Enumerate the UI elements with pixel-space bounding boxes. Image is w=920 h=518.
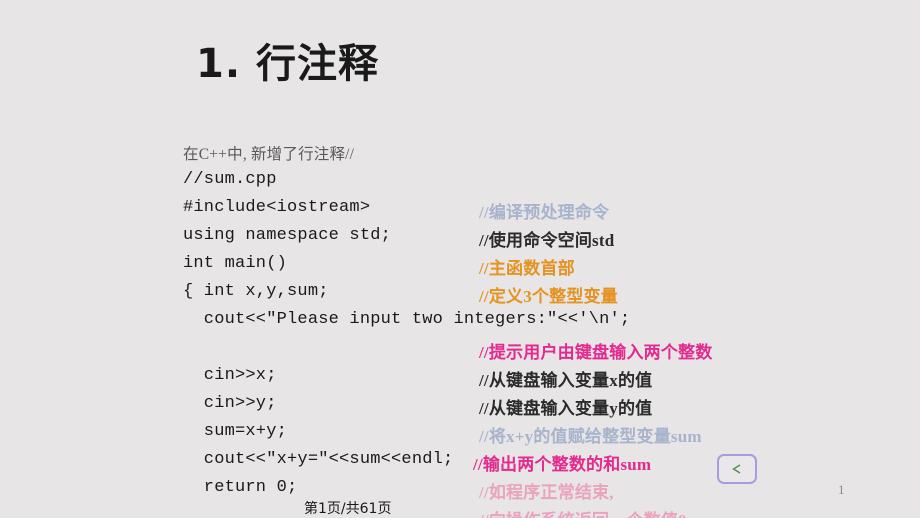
code-source-text: return 0; [183, 478, 298, 497]
code-source-text: sum=x+y; [183, 422, 288, 441]
previous-slide-button[interactable] [717, 454, 757, 484]
code-row: return 0; //如程序正常结束, [183, 478, 903, 506]
code-comment-text: //主函数首部 [479, 259, 575, 278]
code-row: //向操作系统返回一个数值0 [183, 506, 903, 518]
code-row: //sum.cpp [183, 170, 903, 198]
code-comment-text: //从键盘输入变量y的值 [479, 399, 653, 418]
code-listing: 在C++中, 新增了行注释// //sum.cpp #include<iostrea… [183, 142, 903, 518]
code-source-text: //sum.cpp [183, 170, 277, 189]
code-row: cout<<"x+y="<<sum<<endl; //输出两个整数的和sum [183, 450, 903, 478]
page-counter: 第1页/共61页 [304, 501, 392, 517]
code-row: using namespace std; //使用命令空间std [183, 226, 903, 254]
code-source-text: #include<iostream> [183, 198, 371, 217]
code-row: sum=x+y; //将x+y的值赋给整型变量sum [183, 422, 903, 450]
code-comment-text: //从键盘输入变量x的值 [479, 371, 653, 390]
code-comment-text: //使用命令空间std [479, 231, 615, 250]
code-row: cout<<"Please input two integers:"<<'\n'… [183, 310, 903, 338]
code-source-text: cout<<"x+y="<<sum<<endl; [183, 450, 454, 469]
code-comment-text: //定义3个整型变量 [479, 287, 618, 306]
code-source-text: { int x,y,sum; [183, 282, 329, 301]
code-source-text: using namespace std; [183, 226, 392, 245]
code-comment-text: //提示用户由键盘输入两个整数 [479, 343, 713, 362]
code-row: #include<iostream> //编译预处理命令 [183, 198, 903, 226]
code-comment-text: //向操作系统返回一个数值0 [479, 506, 687, 518]
code-source-text: int main() [183, 254, 288, 273]
code-row: int main() //主函数首部 [183, 254, 903, 282]
code-source-text: 在C++中, 新增了行注释// [183, 146, 355, 163]
code-source-text: cin>>y; [183, 394, 277, 413]
code-source-text: cin>>x; [183, 366, 277, 385]
code-row: { int x,y,sum; //定义3个整型变量 [183, 282, 903, 310]
code-source-text: cout<<"Please input two integers:"<<'\n'… [183, 310, 631, 329]
code-row: cin>>x; //从键盘输入变量x的值 [183, 366, 903, 394]
code-comment-text: //输出两个整数的和sum [473, 455, 652, 474]
code-row: cin>>y; //从键盘输入变量y的值 [183, 394, 903, 422]
presentation-slide: 1. 行注释 在C++中, 新增了行注释// //sum.cpp #include<… [0, 0, 920, 518]
code-row: //提示用户由键盘输入两个整数 [183, 338, 903, 366]
code-row: 在C++中, 新增了行注释// [183, 142, 903, 170]
code-comment-text: //如程序正常结束, [479, 483, 614, 502]
code-comment-text: //将x+y的值赋给整型变量sum [479, 427, 702, 446]
page-title: 1. 行注释 [196, 41, 379, 87]
slide-number: 1 [838, 482, 845, 497]
chevron-left-icon [732, 464, 741, 474]
code-comment-text: //编译预处理命令 [479, 203, 610, 222]
